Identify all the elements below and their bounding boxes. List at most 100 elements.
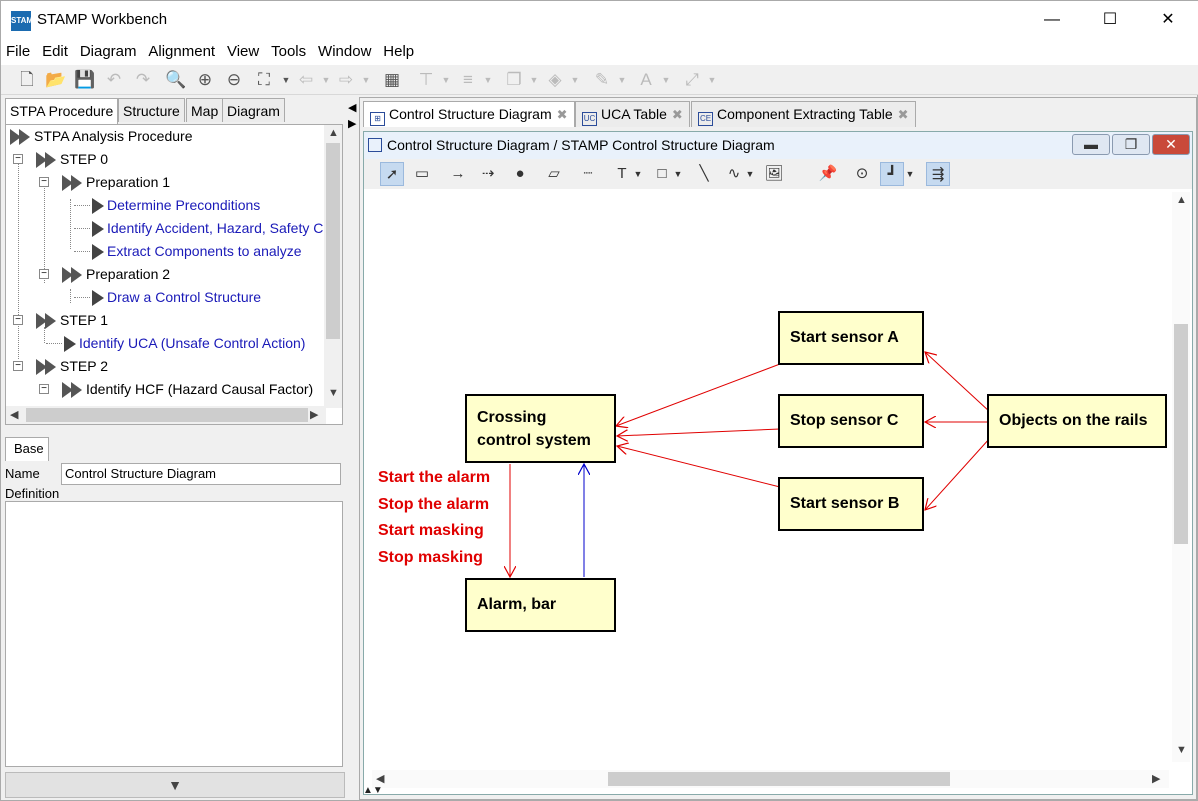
tab-stpa-procedure[interactable]: STPA Procedure bbox=[5, 98, 119, 124]
menu-edit[interactable]: Edit bbox=[37, 39, 71, 60]
back-icon[interactable]: ⇦ bbox=[295, 69, 317, 91]
panel-divider[interactable]: ◀ ▶ bbox=[346, 97, 358, 801]
tab-uca-table[interactable]: UC UCA Table ✖ bbox=[575, 101, 690, 127]
component-stop-sensor-c[interactable]: Stop sensor C bbox=[778, 394, 924, 448]
tab-base[interactable]: Base bbox=[5, 437, 49, 461]
menu-tools[interactable]: Tools bbox=[266, 39, 309, 60]
scroll-down-icon[interactable]: ▼ bbox=[1176, 744, 1187, 756]
feedback-tool-icon[interactable]: ⇢ bbox=[476, 162, 500, 186]
line-tool-icon[interactable]: ╲ bbox=[692, 162, 716, 186]
fit-window-icon[interactable]: ⛶ bbox=[253, 69, 275, 91]
tree-determine-preconditions[interactable]: Determine Preconditions bbox=[92, 197, 260, 215]
dropdown-arrow-icon[interactable]: ▼ bbox=[904, 162, 916, 186]
pin-icon[interactable]: 📌 bbox=[816, 162, 840, 186]
minimize-button[interactable]: — bbox=[1023, 1, 1081, 39]
dropdown-arrow-icon[interactable]: ▼ bbox=[441, 69, 451, 91]
canvas-vertical-scrollbar[interactable]: ▲ ▼ bbox=[1172, 192, 1190, 762]
dropdown-arrow-icon[interactable]: ▼ bbox=[744, 162, 756, 186]
menu-alignment[interactable]: Alignment bbox=[143, 39, 218, 60]
close-button[interactable]: ✕ bbox=[1152, 134, 1190, 155]
dropdown-arrow-icon[interactable]: ▼ bbox=[570, 69, 580, 91]
menu-help[interactable]: Help bbox=[378, 39, 417, 60]
select-tool-icon[interactable]: ➚ bbox=[380, 162, 404, 186]
scroll-right-icon[interactable]: ▶ bbox=[310, 408, 318, 421]
scrollbar-thumb[interactable] bbox=[326, 143, 340, 339]
control-action-tool-icon[interactable]: → bbox=[446, 162, 470, 186]
line-style-icon[interactable]: ⤢ bbox=[681, 69, 703, 91]
control-action-label[interactable]: Start the alarm bbox=[378, 469, 490, 487]
tree-vertical-scrollbar[interactable]: ▲ ▼ bbox=[324, 125, 342, 408]
tree-step2[interactable]: STEP 2 bbox=[36, 358, 108, 376]
save-icon[interactable]: 💾 bbox=[74, 69, 96, 91]
collapse-toggle-icon[interactable]: − bbox=[39, 269, 49, 279]
curve-tool-icon[interactable]: ∿ bbox=[722, 162, 746, 186]
dropdown-arrow-icon[interactable]: ▼ bbox=[661, 69, 671, 91]
dropdown-arrow-icon[interactable]: ▼ bbox=[617, 69, 627, 91]
scroll-right-icon[interactable]: ▶ bbox=[1152, 772, 1160, 785]
redo-icon[interactable]: ↷ bbox=[132, 69, 154, 91]
auto-layout-icon[interactable]: ⇶ bbox=[926, 162, 950, 186]
collapse-toggle-icon[interactable]: − bbox=[13, 315, 23, 325]
tree-horizontal-scrollbar[interactable]: ◀ ▶ bbox=[6, 406, 326, 424]
tab-control-structure-diagram[interactable]: ⊞ Control Structure Diagram ✖ bbox=[363, 101, 575, 127]
control-action-label[interactable]: Stop the alarm bbox=[378, 496, 489, 514]
collapse-left-icon[interactable]: ◀ bbox=[348, 101, 356, 114]
component-objects-on-rails[interactable]: Objects on the rails bbox=[987, 394, 1167, 448]
rectangle-tool-icon[interactable]: □ bbox=[650, 162, 674, 186]
scrollbar-thumb[interactable] bbox=[608, 772, 950, 786]
undo-icon[interactable]: ↶ bbox=[103, 69, 125, 91]
fill-color-icon[interactable]: ◈ bbox=[544, 69, 566, 91]
dropdown-arrow-icon[interactable]: ▼ bbox=[321, 69, 331, 91]
scroll-down-icon[interactable]: ▼ bbox=[328, 387, 339, 399]
zoom-in-icon[interactable]: ⊕ bbox=[194, 69, 216, 91]
text-tool-icon[interactable]: T bbox=[610, 162, 634, 186]
line-color-icon[interactable]: ✎ bbox=[591, 69, 613, 91]
close-button[interactable]: ✕ bbox=[1139, 1, 1197, 39]
dropdown-arrow-icon[interactable]: ▼ bbox=[483, 69, 493, 91]
dropdown-arrow-icon[interactable]: ▼ bbox=[281, 69, 291, 91]
tree-extract-components[interactable]: Extract Components to analyze bbox=[92, 243, 302, 261]
control-action-label[interactable]: Stop masking bbox=[378, 549, 483, 567]
tree-draw-control-structure[interactable]: Draw a Control Structure bbox=[92, 289, 261, 307]
tab-map[interactable]: Map bbox=[186, 98, 224, 122]
collapse-panel-button[interactable]: ▼ bbox=[5, 772, 345, 798]
layout-icon[interactable]: ▦ bbox=[381, 69, 403, 91]
component-start-sensor-b[interactable]: Start sensor B bbox=[778, 477, 924, 531]
maximize-button[interactable]: ☐ bbox=[1081, 1, 1139, 39]
tree-identify-accident[interactable]: Identify Accident, Hazard, Safety Co bbox=[92, 220, 331, 238]
scrollbar-thumb[interactable] bbox=[26, 408, 308, 422]
menu-window[interactable]: Window bbox=[313, 39, 374, 60]
tree-step1[interactable]: STEP 1 bbox=[36, 312, 108, 330]
tree-identify-uca[interactable]: Identify UCA (Unsafe Control Action) bbox=[64, 335, 305, 353]
minimize-button[interactable]: ▬ bbox=[1072, 134, 1110, 155]
open-folder-icon[interactable]: 📂 bbox=[45, 69, 67, 91]
collapse-toggle-icon[interactable]: − bbox=[13, 361, 23, 371]
tree-preparation1[interactable]: Preparation 1 bbox=[62, 174, 170, 192]
control-action-label[interactable]: Start masking bbox=[378, 522, 484, 540]
scrollbar-thumb[interactable] bbox=[1174, 324, 1188, 544]
dotted-line-tool-icon[interactable]: ┈ bbox=[576, 162, 600, 186]
close-tab-icon[interactable]: ✖ bbox=[672, 107, 683, 122]
scroll-left-icon[interactable]: ◀ bbox=[376, 772, 384, 785]
component-start-sensor-a[interactable]: Start sensor A bbox=[778, 311, 924, 365]
tree-preparation2[interactable]: Preparation 2 bbox=[62, 266, 170, 284]
note-tool-icon[interactable]: ▱ bbox=[542, 162, 566, 186]
close-tab-icon[interactable]: ✖ bbox=[898, 107, 909, 122]
search-icon[interactable]: 🔍 bbox=[165, 69, 187, 91]
line-style-icon[interactable]: ┛ bbox=[880, 162, 904, 186]
tree-root[interactable]: STPA Analysis Procedure bbox=[10, 128, 192, 146]
tab-component-extracting-table[interactable]: CE Component Extracting Table ✖ bbox=[691, 101, 916, 127]
menu-file[interactable]: File bbox=[1, 39, 33, 60]
menu-view[interactable]: View bbox=[222, 39, 262, 60]
expand-right-icon[interactable]: ▶ bbox=[348, 117, 356, 130]
point-tool-icon[interactable]: ● bbox=[508, 162, 532, 186]
canvas-horizontal-scrollbar[interactable]: ◀ ▶ bbox=[372, 770, 1169, 788]
dropdown-arrow-icon[interactable]: ▼ bbox=[672, 162, 684, 186]
tree-step0[interactable]: STEP 0 bbox=[36, 151, 108, 169]
tree-identify-hcf[interactable]: Identify HCF (Hazard Causal Factor) bbox=[62, 381, 313, 399]
align-left-icon[interactable]: ≡ bbox=[457, 69, 479, 91]
collapse-toggle-icon[interactable]: − bbox=[39, 384, 49, 394]
component-alarm-bar[interactable]: Alarm, bar bbox=[465, 578, 616, 632]
scroll-left-icon[interactable]: ◀ bbox=[10, 408, 18, 421]
dropdown-arrow-icon[interactable]: ▼ bbox=[361, 69, 371, 91]
